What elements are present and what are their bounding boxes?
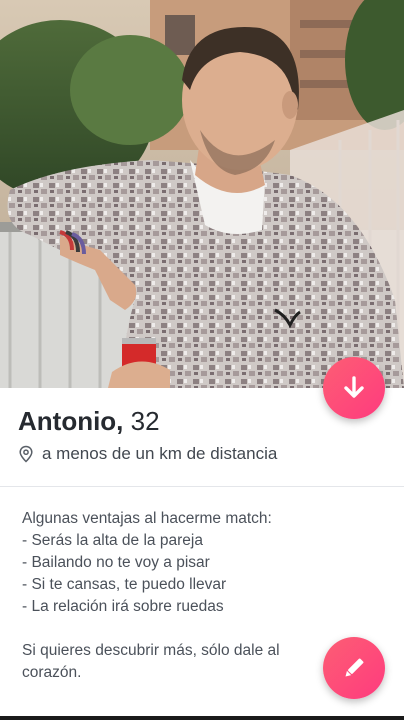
location-pin-icon (19, 445, 33, 463)
bio-line: - Serás la alta de la pareja (22, 532, 203, 549)
arrow-down-icon (344, 376, 364, 398)
distance-text: a menos de un km de distancia (42, 444, 278, 463)
profile-name: Antonio, (18, 406, 124, 436)
bio-closing-line: Si quieres descubrir más, sólo dale al (22, 642, 280, 659)
bio-line: - La relación irá sobre ruedas (22, 598, 224, 615)
profile-photo-illustration (0, 0, 404, 388)
bio-closing-line: corazón. (22, 664, 82, 681)
profile-bio: Algunas ventajas al hacerme match: - Ser… (22, 508, 322, 684)
divider (0, 486, 404, 487)
bio-spacer (22, 618, 322, 640)
pencil-icon (345, 658, 364, 677)
profile-name-age: Antonio, 32 (18, 406, 160, 442)
collapse-profile-button[interactable] (323, 357, 385, 419)
profile-photo[interactable] (0, 0, 404, 388)
edit-profile-button[interactable] (323, 637, 385, 699)
bio-line: - Bailando no te voy a pisar (22, 554, 210, 571)
bio-line: Algunas ventajas al hacerme match: (22, 510, 272, 527)
bottom-edge (0, 716, 404, 720)
bio-line: - Si te cansas, te puedo llevar (22, 576, 227, 593)
distance-row: a menos de un km de distancia (18, 442, 277, 466)
profile-age: 32 (130, 406, 160, 436)
